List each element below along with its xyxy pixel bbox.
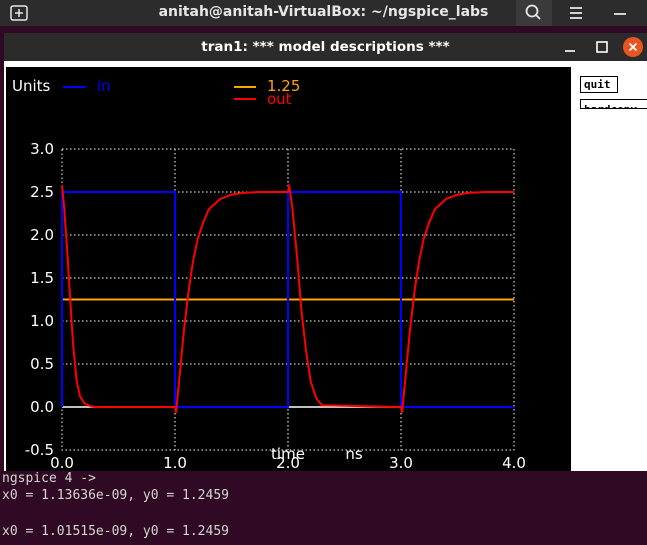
- search-button[interactable]: [516, 0, 552, 26]
- y-tick-label: 1.0: [30, 312, 54, 330]
- search-icon: [525, 4, 541, 20]
- minimize-icon: [614, 13, 626, 15]
- x-axis-label: time: [271, 445, 305, 463]
- plot-window: tran1: *** model descriptions *** 0.0 1.0…: [4, 33, 647, 473]
- waveform-plot[interactable]: 0.0 1.0 2.0 3.0 4.0-0.50.00.51.01.52.02.53.0…: [6, 67, 571, 471]
- plot-window-titlebar[interactable]: tran1: *** model descriptions ***: [4, 33, 647, 61]
- y-tick-label: -0.5: [25, 441, 54, 459]
- plot-window-body: 0.0 1.0 2.0 3.0 4.0 -0.5 0.0 0.5 1.0 1.5 2.0 2.5 3.0…: [4, 61, 647, 473]
- quit-button[interactable]: quit: [580, 76, 618, 93]
- terminal-line: x0 = 1.13636e-09, y0 = 1.2459: [2, 488, 229, 503]
- close-button[interactable]: [623, 37, 643, 57]
- y-tick-label: 2.0: [30, 226, 54, 244]
- legend-label-out: out: [267, 90, 292, 108]
- x-tick-label: 1.0: [163, 454, 187, 471]
- close-icon: [628, 42, 638, 52]
- maximize-icon[interactable]: [592, 37, 612, 57]
- minimize-icon[interactable]: [560, 37, 580, 57]
- terminal-titlebar: anitah@anitah-VirtualBox: ~/ngspice_labs: [0, 0, 647, 26]
- y-tick-label: 0.5: [30, 355, 54, 373]
- terminal-output: ngspice 4 -> x0 = 1.13636e-09, y0 = 1.24…: [0, 471, 647, 545]
- terminal-minimize-button[interactable]: [602, 0, 638, 26]
- terminal-line: ngspice 4 ->: [2, 471, 96, 486]
- hamburger-menu-icon: [570, 7, 582, 19]
- units-label: Units: [12, 77, 51, 95]
- y-tick-label: 1.5: [30, 269, 54, 287]
- hardcopy-button[interactable]: hardcopy: [580, 99, 647, 109]
- y-tick-label: 0.0: [30, 398, 54, 416]
- terminal-line: x0 = 1.01515e-09, y0 = 1.2459: [2, 524, 229, 539]
- menu-button[interactable]: [558, 0, 594, 26]
- y-tick-label: 2.5: [30, 183, 54, 201]
- side-panel: quit hardcopy: [573, 69, 647, 109]
- x-tick-label: 4.0: [502, 454, 526, 471]
- plot-window-title: tran1: *** model descriptions ***: [201, 39, 450, 55]
- x-axis-unit: ns: [345, 445, 363, 463]
- x-tick-label: 3.0: [389, 454, 413, 471]
- y-tick-label: 3.0: [30, 140, 54, 158]
- legend-label-in: in: [97, 77, 111, 95]
